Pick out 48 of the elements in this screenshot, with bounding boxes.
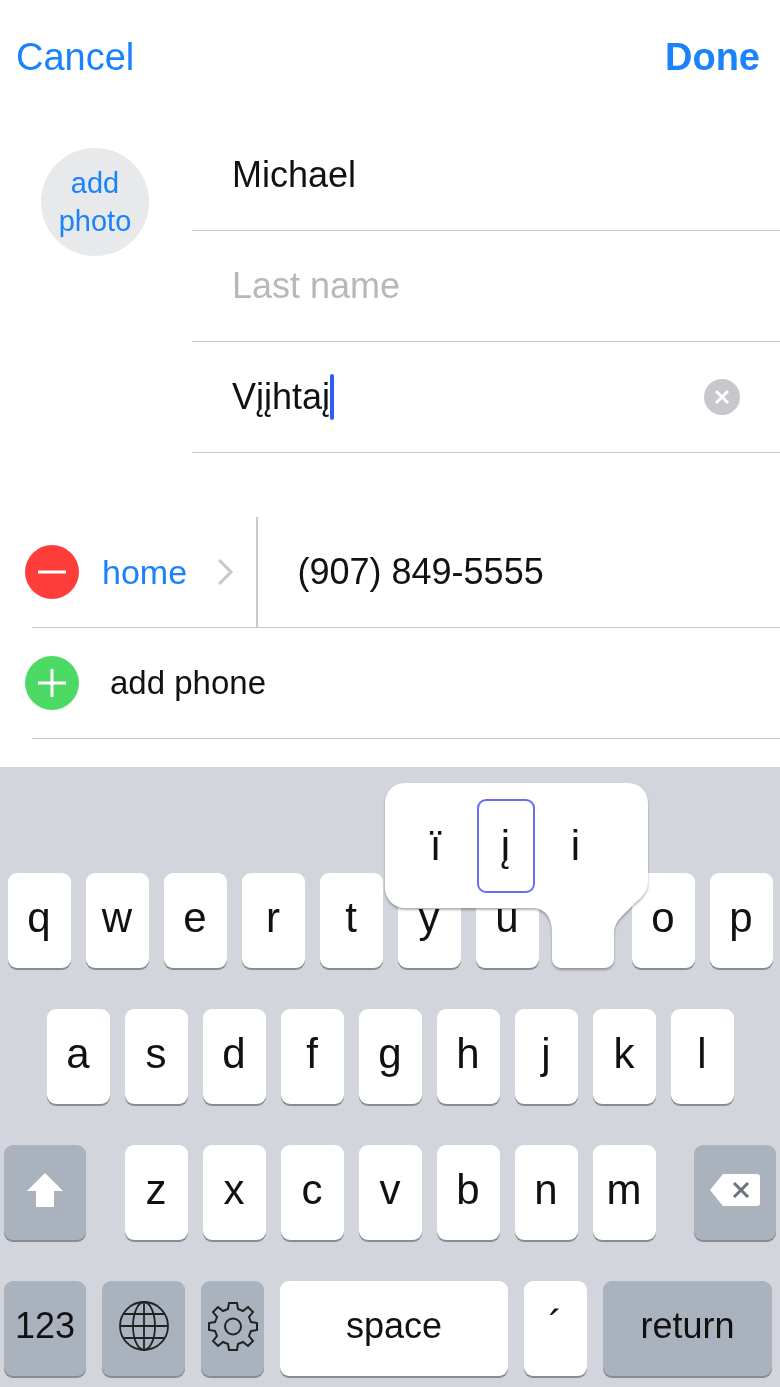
key[interactable]: r: [241, 873, 305, 968]
globe-icon: [116, 1298, 171, 1353]
key[interactable]: v: [358, 1145, 422, 1240]
key[interactable]: k: [592, 1009, 656, 1104]
company-field[interactable]: Vįįhtaį: [232, 376, 331, 418]
add-phone-button[interactable]: add phone: [110, 664, 266, 702]
delete-key[interactable]: [694, 1145, 776, 1240]
space-key[interactable]: space: [280, 1281, 508, 1376]
globe-key[interactable]: [102, 1281, 185, 1376]
cancel-button[interactable]: Cancel: [16, 35, 135, 79]
name-field[interactable]: Michael: [232, 154, 740, 196]
key[interactable]: a: [46, 1009, 110, 1104]
phone-number[interactable]: (907) 849-5555: [297, 551, 544, 593]
remove-icon[interactable]: [24, 544, 80, 600]
key[interactable]: p: [709, 873, 773, 968]
key[interactable]: w: [85, 873, 149, 968]
name-field[interactable]: Last name: [232, 265, 740, 307]
key[interactable]: m: [592, 1145, 656, 1240]
key[interactable]: q: [7, 873, 71, 968]
key[interactable]: t: [319, 873, 383, 968]
key[interactable]: e: [163, 873, 227, 968]
add-icon[interactable]: [24, 655, 80, 711]
key[interactable]: b: [436, 1145, 500, 1240]
key[interactable]: g: [358, 1009, 422, 1104]
backspace-icon: [709, 1171, 761, 1208]
numbers-key[interactable]: 123: [4, 1281, 86, 1376]
key[interactable]: d: [202, 1009, 266, 1104]
chevron-icon: [216, 557, 234, 587]
phone-label-button[interactable]: home: [102, 552, 212, 592]
settings-key[interactable]: [201, 1281, 264, 1376]
clear-icon[interactable]: [704, 379, 740, 415]
key[interactable]: s: [124, 1009, 188, 1104]
done-button[interactable]: Done: [665, 35, 760, 79]
settings-icon: [206, 1299, 259, 1352]
key[interactable]: h: [436, 1009, 500, 1104]
accent-key[interactable]: ´: [524, 1281, 587, 1376]
key[interactable]: o: [631, 873, 695, 968]
shift-icon: [25, 1170, 65, 1209]
accent-option[interactable]: į: [476, 798, 535, 893]
shift-key[interactable]: [4, 1145, 86, 1240]
key[interactable]: x: [202, 1145, 266, 1240]
key[interactable]: z: [124, 1145, 188, 1240]
key[interactable]: l: [670, 1009, 734, 1104]
return-key[interactable]: return: [603, 1281, 772, 1376]
key[interactable]: c: [280, 1145, 344, 1240]
key[interactable]: n: [514, 1145, 578, 1240]
key[interactable]: j: [514, 1009, 578, 1104]
key[interactable]: f: [280, 1009, 344, 1104]
